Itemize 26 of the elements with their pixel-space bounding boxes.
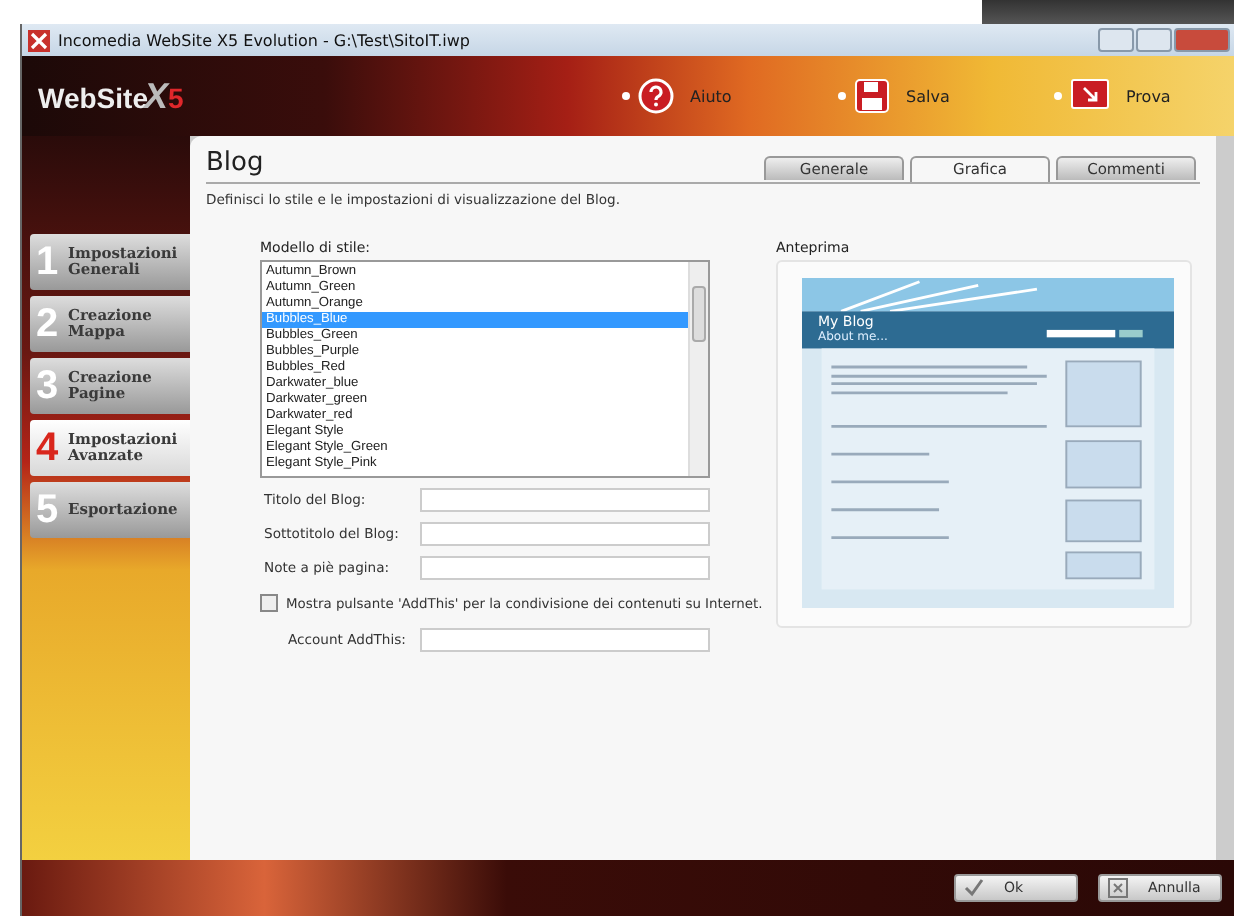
check-icon	[964, 878, 984, 898]
close-icon	[1108, 878, 1128, 898]
close-button[interactable]	[1174, 28, 1230, 52]
scrollbar[interactable]	[688, 262, 708, 476]
input-field[interactable]	[420, 556, 710, 580]
help-icon	[638, 78, 674, 114]
monitor-icon	[1070, 78, 1110, 114]
step-number: 4	[36, 425, 60, 471]
step-number: 3	[36, 363, 60, 409]
app-icon	[28, 29, 50, 51]
maximize-button[interactable]	[1136, 28, 1172, 52]
page-title: Blog	[206, 148, 264, 182]
logo: WebSiteX5	[38, 75, 184, 117]
save-button[interactable]: Salva	[838, 78, 998, 114]
test-button[interactable]: Prova	[1054, 78, 1214, 114]
minimize-button[interactable]	[1098, 28, 1134, 52]
input-field[interactable]	[420, 488, 710, 512]
step-number: 2	[36, 301, 60, 347]
step-number: 5	[36, 487, 60, 533]
input-field[interactable]	[420, 628, 710, 652]
help-button[interactable]: Aiuto	[622, 78, 782, 114]
input-field[interactable]	[420, 522, 710, 546]
save-icon	[854, 78, 890, 114]
window-title: Incomedia WebSite X5 Evolution - G:\Test\SitoIT.iwp	[58, 31, 470, 49]
checkbox[interactable]	[260, 594, 278, 612]
step-number: 1	[36, 239, 60, 285]
